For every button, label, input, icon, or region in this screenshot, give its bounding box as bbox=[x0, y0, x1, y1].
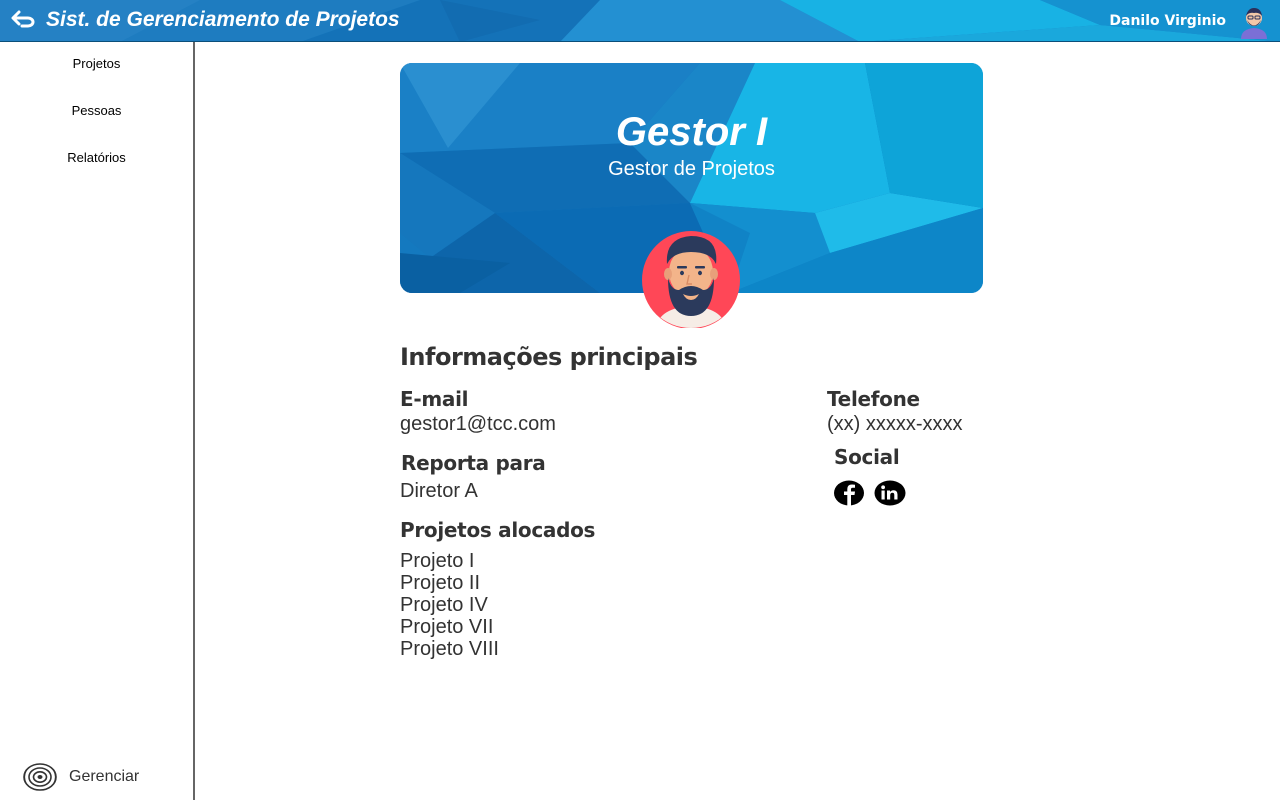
list-item: Projeto IV bbox=[400, 594, 488, 616]
back-button[interactable] bbox=[10, 7, 38, 33]
phone-value: (xx) xxxxx-xxxx bbox=[827, 413, 963, 435]
list-item: Projeto VII bbox=[400, 616, 494, 638]
social-label: Social bbox=[834, 445, 900, 469]
projects-label: Projetos alocados bbox=[400, 518, 596, 542]
manage-label: Gerenciar bbox=[69, 768, 140, 785]
email-value: gestor1@tcc.com bbox=[400, 413, 556, 435]
profile-name: Gestor I bbox=[615, 110, 768, 154]
projects-list: Projeto I Projeto II Projeto IV Projeto … bbox=[400, 550, 499, 660]
profile-role: Gestor de Projetos bbox=[608, 158, 775, 180]
user-avatar[interactable] bbox=[1236, 3, 1272, 39]
reports-to-value: Diretor A bbox=[400, 480, 478, 502]
user-avatar-icon bbox=[1241, 8, 1267, 39]
manage-button[interactable]: Gerenciar bbox=[22, 762, 139, 792]
phone-label: Telefone bbox=[827, 387, 920, 411]
linkedin-link[interactable] bbox=[874, 480, 906, 506]
list-item: Projeto I bbox=[400, 550, 475, 572]
email-label: E-mail bbox=[400, 387, 469, 411]
list-item: Projeto II bbox=[400, 572, 481, 594]
back-arrow-icon bbox=[11, 10, 35, 28]
user-name[interactable]: Danilo Virginio bbox=[1109, 12, 1226, 30]
app-header: Sist. de Gerenciamento de Projetos Danil… bbox=[0, 0, 1280, 42]
app-title: Sist. de Gerenciamento de Projetos bbox=[46, 8, 400, 31]
sidebar: Projetos Pessoas Relatórios Gerenciar bbox=[0, 42, 195, 800]
list-item: Projeto VIII bbox=[400, 638, 499, 660]
section-title: Informações principais bbox=[400, 343, 698, 371]
facebook-icon bbox=[834, 480, 864, 506]
bearded-man-avatar-icon bbox=[642, 231, 740, 329]
sidebar-item-relatorios[interactable]: Relatórios bbox=[0, 149, 193, 167]
reports-to-label: Reporta para bbox=[401, 451, 546, 475]
target-icon bbox=[23, 763, 57, 791]
linkedin-icon bbox=[874, 480, 906, 506]
sidebar-item-pessoas[interactable]: Pessoas bbox=[0, 102, 193, 120]
facebook-link[interactable] bbox=[833, 480, 865, 506]
profile-avatar bbox=[641, 228, 741, 329]
sidebar-item-projetos[interactable]: Projetos bbox=[0, 55, 193, 73]
